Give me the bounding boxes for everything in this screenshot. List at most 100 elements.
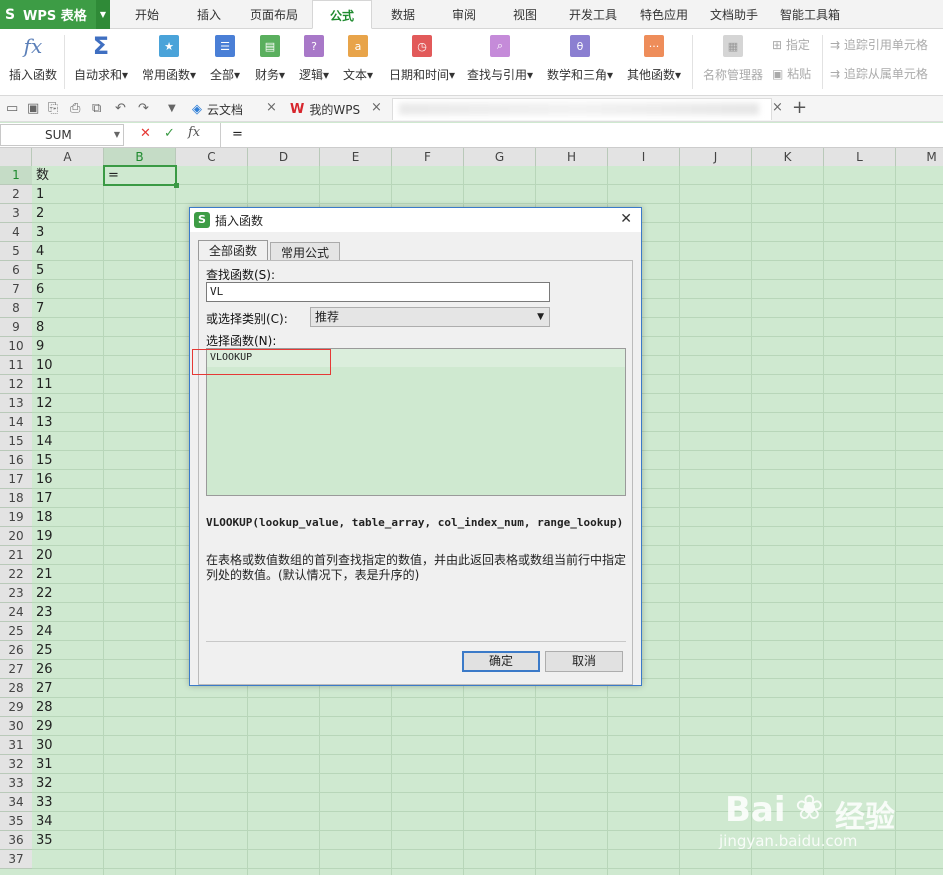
column-header[interactable]: D xyxy=(248,148,320,166)
cell-a[interactable]: 8 xyxy=(34,318,44,337)
row-header[interactable]: 18 xyxy=(0,489,32,508)
trace-dependents-button[interactable]: ⇉ 追踪从属单元格 xyxy=(830,65,928,82)
menu-tab[interactable]: 开发工具 xyxy=(556,0,630,29)
lookup-functions-button[interactable]: ⌕ 查找与引用▾ xyxy=(462,34,538,83)
chevron-down-icon[interactable]: ▼ xyxy=(96,0,110,29)
cell-a[interactable]: 35 xyxy=(34,831,53,850)
row-header[interactable]: 33 xyxy=(0,774,32,793)
print-icon[interactable]: ⎙ xyxy=(70,101,80,116)
menu-tab[interactable]: 插入 xyxy=(184,0,234,29)
column-header[interactable]: J xyxy=(680,148,752,166)
row-header[interactable]: 37 xyxy=(0,850,32,869)
all-functions-button[interactable]: ☰ 全部▾ xyxy=(205,34,245,83)
finance-functions-button[interactable]: ▤ 财务▾ xyxy=(250,34,290,83)
column-header[interactable]: L xyxy=(824,148,896,166)
row-header[interactable]: 11 xyxy=(0,356,32,375)
select-all-corner[interactable] xyxy=(0,148,32,166)
menu-tab[interactable]: 文档助手 xyxy=(698,0,770,29)
confirm-icon[interactable]: ✓ xyxy=(164,126,175,141)
cell-a[interactable]: 11 xyxy=(34,375,53,394)
menu-tab[interactable]: 页面布局 xyxy=(235,0,313,29)
undo-icon[interactable]: ↶ xyxy=(115,101,126,116)
add-tab-icon[interactable]: + xyxy=(792,97,807,118)
cell-a[interactable]: 2 xyxy=(34,204,44,223)
cell-a[interactable]: 12 xyxy=(34,394,53,413)
tab-my-wps[interactable]: W 我的WPS xyxy=(290,99,360,120)
cell-a[interactable]: 27 xyxy=(34,679,53,698)
row-header[interactable]: 29 xyxy=(0,698,32,717)
save-icon[interactable]: ▣ xyxy=(27,101,39,116)
row-header[interactable]: 36 xyxy=(0,831,32,850)
cell-a[interactable]: 3 xyxy=(34,223,44,242)
math-functions-button[interactable]: θ 数学和三角▾ xyxy=(542,34,618,83)
folder-icon[interactable]: ▭ xyxy=(6,101,18,116)
row-header[interactable]: 21 xyxy=(0,546,32,565)
cell-a[interactable]: 18 xyxy=(34,508,53,527)
cell-a[interactable]: 26 xyxy=(34,660,53,679)
redo-icon[interactable]: ↷ xyxy=(138,101,149,116)
other-functions-button[interactable]: ··· 其他函数▾ xyxy=(622,34,686,83)
row-header[interactable]: 12 xyxy=(0,375,32,394)
close-tab-icon[interactable]: × xyxy=(772,100,783,115)
row-header[interactable]: 2 xyxy=(0,185,32,204)
selected-cell-b1[interactable]: = xyxy=(103,165,177,186)
row-header[interactable]: 22 xyxy=(0,565,32,584)
menu-tab[interactable]: 数据 xyxy=(374,0,432,29)
cell-a[interactable]: 25 xyxy=(34,641,53,660)
cell-a[interactable]: 23 xyxy=(34,603,53,622)
column-header[interactable]: E xyxy=(320,148,392,166)
cell-a[interactable]: 21 xyxy=(34,565,53,584)
cell-a[interactable]: 5 xyxy=(34,261,44,280)
cell-a[interactable]: 13 xyxy=(34,413,53,432)
cell-a[interactable]: 31 xyxy=(34,755,53,774)
tab-all-functions[interactable]: 全部函数 xyxy=(198,240,268,261)
row-header[interactable]: 5 xyxy=(0,242,32,261)
cell-a[interactable]: 28 xyxy=(34,698,53,717)
column-header[interactable]: C xyxy=(176,148,248,166)
chevron-down-icon[interactable]: ▼ xyxy=(114,125,120,145)
cell-a[interactable]: 10 xyxy=(34,356,53,375)
tab-current-document[interactable] xyxy=(392,98,772,120)
cell-a[interactable]: 6 xyxy=(34,280,44,299)
text-functions-button[interactable]: a 文本▾ xyxy=(338,34,378,83)
row-header[interactable]: 31 xyxy=(0,736,32,755)
cell-a[interactable]: 19 xyxy=(34,527,53,546)
cancel-button[interactable]: 取消 xyxy=(545,651,623,672)
cell-a[interactable]: 22 xyxy=(34,584,53,603)
close-icon[interactable]: ✕ xyxy=(620,211,632,227)
trace-precedents-button[interactable]: ⇉ 追踪引用单元格 xyxy=(830,36,928,53)
cell-a[interactable]: 15 xyxy=(34,451,53,470)
row-header[interactable]: 13 xyxy=(0,394,32,413)
print-preview-icon[interactable]: ⧉ xyxy=(92,101,101,116)
cell-a[interactable]: 34 xyxy=(34,812,53,831)
column-header[interactable]: M xyxy=(896,148,943,166)
cell-a[interactable]: 9 xyxy=(34,337,44,356)
row-header[interactable]: 16 xyxy=(0,451,32,470)
row-header[interactable]: 26 xyxy=(0,641,32,660)
menu-tab[interactable]: 公式 xyxy=(312,0,372,29)
ok-button[interactable]: 确定 xyxy=(462,651,540,672)
row-header[interactable]: 34 xyxy=(0,793,32,812)
menu-tab[interactable]: 特色应用 xyxy=(630,0,698,29)
cancel-icon[interactable]: ✕ xyxy=(140,126,151,141)
row-header[interactable]: 7 xyxy=(0,280,32,299)
row-header[interactable]: 6 xyxy=(0,261,32,280)
row-header[interactable]: 4 xyxy=(0,223,32,242)
close-tab-icon[interactable]: × xyxy=(371,100,382,115)
cell-a[interactable]: 30 xyxy=(34,736,53,755)
common-functions-button[interactable]: ★ 常用函数▾ xyxy=(138,34,200,83)
name-box[interactable]: SUM ▼ xyxy=(0,124,124,146)
cell-a[interactable]: 14 xyxy=(34,432,53,451)
specify-button[interactable]: ⊞ 指定 xyxy=(772,36,810,53)
close-tab-icon[interactable]: × xyxy=(266,100,277,115)
cell-a[interactable]: 数 xyxy=(34,166,49,185)
cell-a[interactable]: 20 xyxy=(34,546,53,565)
menu-tab[interactable]: 审阅 xyxy=(434,0,494,29)
cell-a[interactable]: 33 xyxy=(34,793,53,812)
tab-common-formulas[interactable]: 常用公式 xyxy=(270,242,340,261)
app-menu-button[interactable]: S WPS 表格 ▼ xyxy=(0,0,110,29)
row-header[interactable]: 25 xyxy=(0,622,32,641)
category-select[interactable]: 推荐 ▼ xyxy=(310,307,550,327)
paste-name-button[interactable]: ▣ 粘贴 xyxy=(772,65,811,82)
row-header[interactable]: 14 xyxy=(0,413,32,432)
